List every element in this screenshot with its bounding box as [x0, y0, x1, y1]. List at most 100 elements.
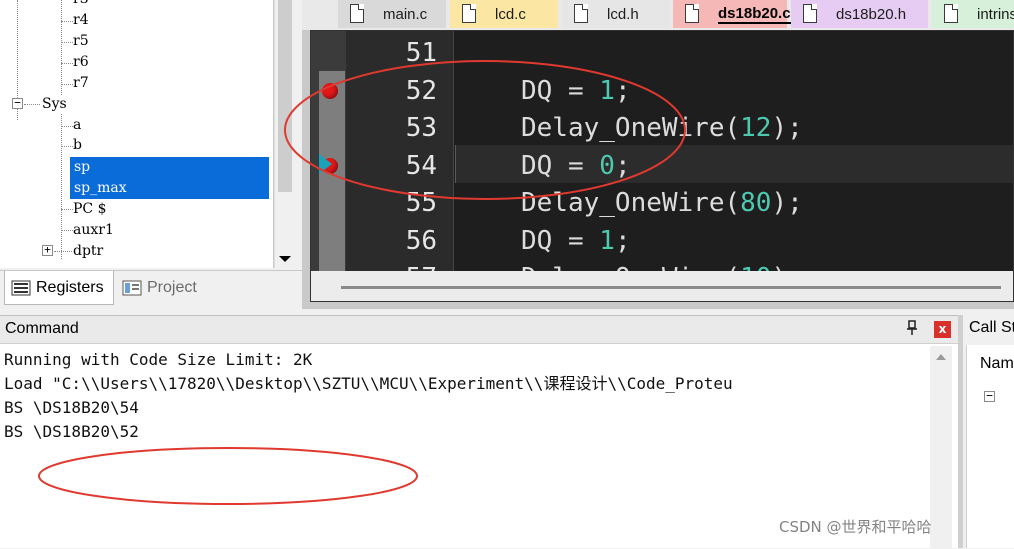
editor-pane: main.c lcd.c lcd.h ds18b20.c ds18b20.h intrin… [302, 0, 1014, 309]
registers-tree[interactable]: r3 r4 r5 r6 r7 − Sys a b sp sp_max PC $ … [0, 0, 274, 268]
register-a[interactable]: a [73, 115, 81, 136]
code-number-literal: 80 [740, 188, 772, 218]
scrollbar-thumb[interactable] [278, 0, 292, 192]
code-text: ; [614, 75, 631, 106]
register-auxr1[interactable]: auxr1 [73, 220, 114, 241]
code-line: DQ = 1; [521, 222, 631, 260]
tree-guide [61, 0, 62, 95]
project-icon [122, 280, 142, 296]
file-tab-label: ds18b20.c [718, 4, 791, 24]
code-line: DQ = 0; [521, 147, 631, 185]
register-b[interactable]: b [73, 135, 82, 156]
collapse-icon[interactable]: − [984, 390, 995, 402]
register-sp[interactable]: sp [70, 157, 269, 178]
register-sp-max[interactable]: sp_max [70, 178, 269, 199]
command-scrollbar[interactable] [930, 346, 952, 549]
register-r5[interactable]: r5 [73, 31, 89, 52]
watermark: CSDN @世界和平哈哈 [779, 518, 932, 536]
file-tab-label: intrins [977, 5, 1014, 23]
file-icon [803, 4, 817, 23]
command-window-title: Command [5, 320, 79, 337]
tree-guide [61, 114, 62, 259]
register-group-sys[interactable]: Sys [42, 94, 67, 115]
tree-guide [61, 126, 73, 127]
code-text: Delay_OneWire( [521, 113, 741, 143]
call-stack-name-column[interactable]: Nam [980, 355, 1014, 373]
file-icon [574, 4, 588, 23]
register-r6[interactable]: r6 [73, 52, 89, 73]
tab-registers-label: Registers [36, 278, 104, 296]
code-text-area[interactable]: DQ = 1; Delay_OneWire(12); DQ = 0; Delay_On… [455, 31, 1013, 301]
call-stack-list[interactable]: Nam − [966, 345, 1014, 548]
register-r3[interactable]: r3 [73, 0, 89, 10]
tree-guide [61, 84, 73, 85]
code-text: DQ = [521, 150, 600, 181]
file-icon [462, 4, 476, 23]
code-text: Delay_OneWire( [521, 188, 741, 218]
file-tab[interactable]: ds18b20.c [673, 0, 791, 28]
tab-registers[interactable]: Registers [4, 271, 114, 305]
file-tab[interactable]: lcd.c [450, 0, 558, 28]
tree-guide [61, 146, 73, 147]
file-tab-label: lcd.c [495, 5, 526, 23]
code-text: DQ = [521, 225, 600, 256]
scrollbar-thumb[interactable] [341, 286, 1001, 289]
line-number-gutter: 51525354555657 [346, 31, 454, 301]
register-pc[interactable]: PC $ [73, 199, 107, 220]
file-icon [685, 4, 699, 23]
expand-icon[interactable]: + [42, 244, 53, 256]
code-line: Delay_OneWire(12); [521, 109, 803, 147]
line-number: 54 [405, 150, 437, 181]
register-r4[interactable]: r4 [73, 10, 89, 31]
command-output-line: Running with Code Size Limit: 2K [4, 350, 313, 369]
tree-guide [61, 42, 73, 43]
file-tab[interactable]: main.c [338, 0, 446, 28]
tree-guide [54, 251, 72, 252]
code-text: ); [771, 113, 803, 143]
code-number-literal: 12 [740, 113, 772, 143]
command-output-line: BS \DS18B20\54 [4, 398, 139, 417]
tab-project[interactable]: Project [116, 271, 212, 305]
line-number: 53 [405, 113, 437, 143]
register-dptr[interactable]: dptr [73, 241, 103, 262]
current-execution-arrow-icon [319, 154, 332, 174]
code-text: ; [614, 150, 631, 181]
code-number-literal: 1 [599, 225, 615, 256]
file-tab[interactable]: ds18b20.h [791, 0, 928, 28]
file-tab-label: main.c [383, 5, 428, 23]
tree-guide [61, 230, 73, 231]
code-editor[interactable]: 51525354555657 DQ = 1;Delay_OneWire(12);… [310, 30, 1014, 302]
call-stack-panel: Call St Nam − [958, 315, 1014, 548]
file-icon [350, 4, 364, 23]
registers-tab-strip: Registers Project [0, 270, 302, 308]
tab-project-label: Project [147, 279, 197, 296]
scroll-up-icon[interactable] [936, 354, 946, 360]
register-r7[interactable]: r7 [73, 73, 89, 94]
code-text: ); [771, 188, 803, 218]
code-line: DQ = 1; [521, 72, 631, 110]
file-tab[interactable]: intrins [932, 0, 1014, 28]
line-number: 52 [405, 75, 437, 106]
close-icon[interactable]: x [934, 321, 951, 338]
line-number: 55 [405, 188, 437, 218]
code-text: ; [614, 225, 631, 256]
file-icon [944, 4, 958, 23]
breakpoint-icon[interactable] [322, 82, 338, 99]
file-tab-strip: main.c lcd.c lcd.h ds18b20.c ds18b20.h intrin… [302, 0, 1014, 30]
collapse-icon[interactable]: − [12, 97, 23, 109]
pin-icon[interactable] [906, 320, 918, 340]
file-tab-label: ds18b20.h [836, 5, 907, 23]
coverage-strip [319, 71, 345, 301]
editor-horizontal-scrollbar[interactable] [311, 271, 1013, 301]
scroll-down-icon[interactable] [279, 256, 291, 262]
call-stack-title: Call St [969, 319, 1014, 336]
command-window: Command x Running with Code Size Limit: … [0, 315, 958, 549]
code-text: DQ = [521, 75, 600, 106]
registers-panel: r3 r4 r5 r6 r7 − Sys a b sp sp_max PC $ … [0, 0, 302, 309]
file-tab[interactable]: lcd.h [562, 0, 670, 28]
registers-icon [11, 280, 31, 295]
command-output-line: BS \DS18B20\52 [4, 422, 139, 441]
registers-scrollbar[interactable] [274, 0, 294, 268]
pin-glyph [907, 320, 917, 335]
code-number-literal: 1 [599, 75, 615, 106]
